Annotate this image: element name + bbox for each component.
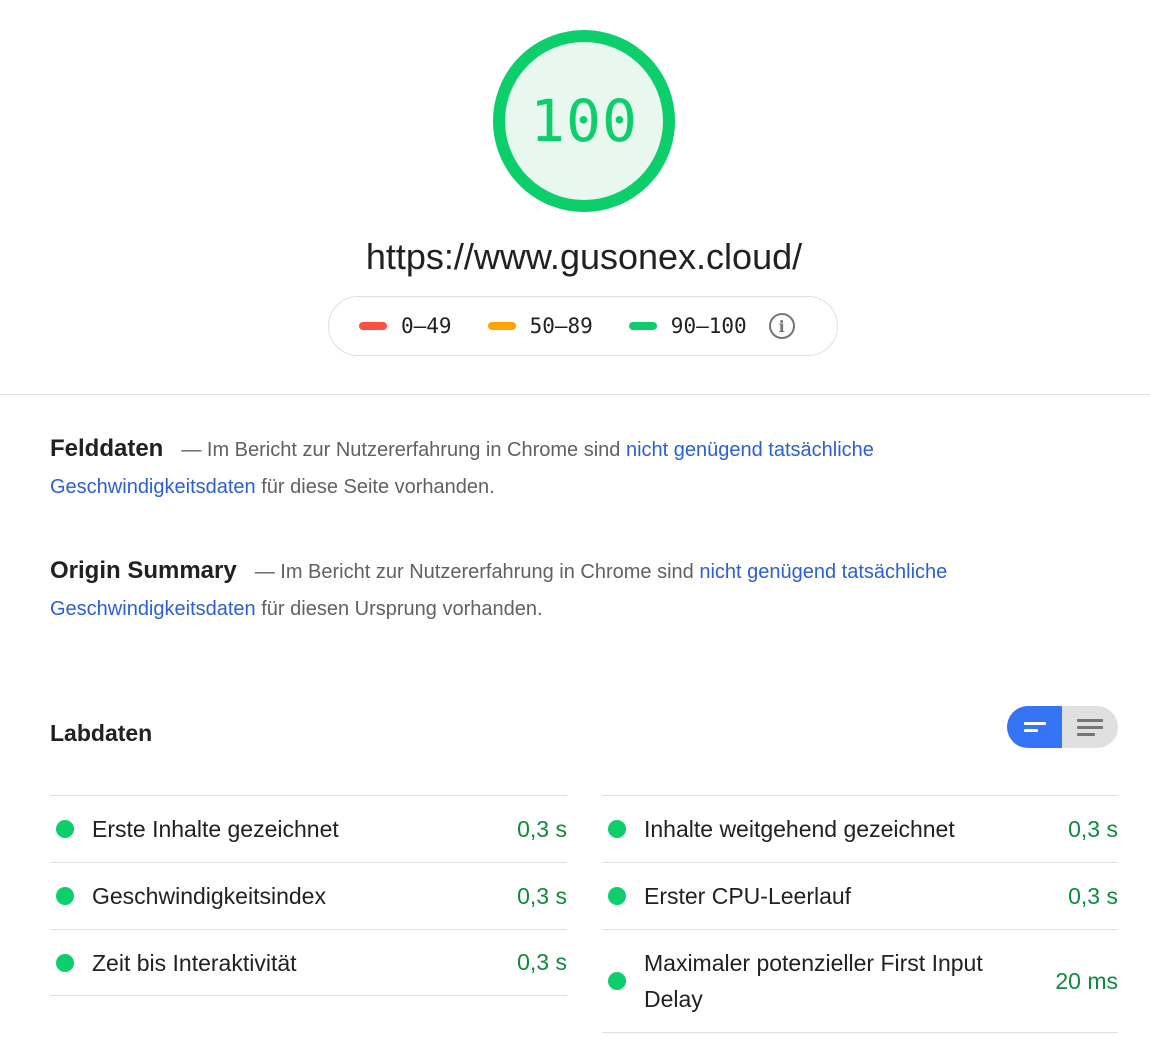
metric-value: 0,3 s [517,815,567,842]
origin-summary-section: Origin Summary — Im Bericht zur Nutzererf… [50,552,1050,628]
metrics-column-left: Erste Inhalte gezeichnet 0,3 s Geschwind… [50,795,567,996]
score-legend: 0–49 50–89 90–100 i [328,296,838,356]
section-divider [0,394,1150,395]
metric-row: Erste Inhalte gezeichnet 0,3 s [50,795,567,862]
metric-row: Erster CPU-Leerlauf 0,3 s [602,862,1118,929]
pass-indicator-icon [56,953,74,972]
info-icon[interactable]: i [768,313,795,339]
legend-item-fail: 0–49 [359,314,452,338]
origin-summary-text-before: — Im Bericht zur Nutzererfahrung in Chro… [254,561,700,583]
legend-item-average: 50–89 [487,314,593,338]
field-data-text-before: — Im Bericht zur Nutzererfahrung in Chro… [181,439,626,461]
expanded-view-icon [1076,717,1103,738]
metric-row: Zeit bis Interaktivität 0,3 s [50,929,567,996]
performance-score: 100 [530,87,638,155]
expanded-view-button[interactable] [1062,706,1117,748]
legend-label-pass: 90–100 [670,314,747,338]
legend-swatch-green [628,322,657,330]
origin-summary-heading: Origin Summary [50,557,237,584]
legend-item-pass: 90–100 [628,314,747,338]
field-data-text-after: für diese Seite vorhanden. [255,476,495,498]
lab-data-heading: Labdaten [50,720,153,746]
pass-indicator-icon [608,972,626,990]
metric-row: Inhalte weitgehend gezeichnet 0,3 s [602,795,1118,862]
metrics-view-toggle[interactable] [1007,706,1118,748]
field-data-heading: Felddaten [50,435,164,462]
legend-label-average: 50–89 [529,314,593,338]
metric-value: 0,3 s [517,949,567,975]
metric-name: Erste Inhalte gezeichnet [92,816,339,842]
metric-name: Zeit bis Interaktivität [92,949,297,976]
pass-indicator-icon [56,820,74,838]
legend-label-fail: 0–49 [401,314,452,338]
metric-value: 0,3 s [1068,815,1118,842]
metric-name: Inhalte weitgehend gezeichnet [644,816,955,842]
metric-value: 20 ms [1055,967,1118,994]
metric-row: Maximaler potenzieller First Input Delay… [602,929,1118,1033]
pass-indicator-icon [56,887,74,905]
metric-row: Geschwindigkeitsindex 0,3 s [50,862,567,929]
legend-swatch-red [359,322,387,330]
pass-indicator-icon [608,820,626,838]
score-ring: 100 [493,30,675,212]
metric-name: Geschwindigkeitsindex [92,883,326,909]
legend-swatch-orange [487,322,516,330]
tested-url: https://www.gusonex.cloud/ [365,236,803,277]
compact-view-button[interactable] [1007,706,1062,748]
metric-name: Erster CPU-Leerlauf [644,883,852,909]
metric-name: Maximaler potenzieller First Input Delay [644,950,983,1012]
pass-indicator-icon [608,887,626,905]
metric-value: 0,3 s [517,882,567,909]
metrics-column-right: Inhalte weitgehend gezeichnet 0,3 s Erst… [602,795,1118,1033]
origin-summary-text-after: für diesen Ursprung vorhanden. [255,598,543,620]
score-gauge: 100 [493,30,675,212]
compact-view-icon [1023,720,1046,734]
field-data-section: Felddaten — Im Bericht zur Nutzererfahrun… [50,430,1050,506]
metric-value: 0,3 s [1068,882,1118,909]
